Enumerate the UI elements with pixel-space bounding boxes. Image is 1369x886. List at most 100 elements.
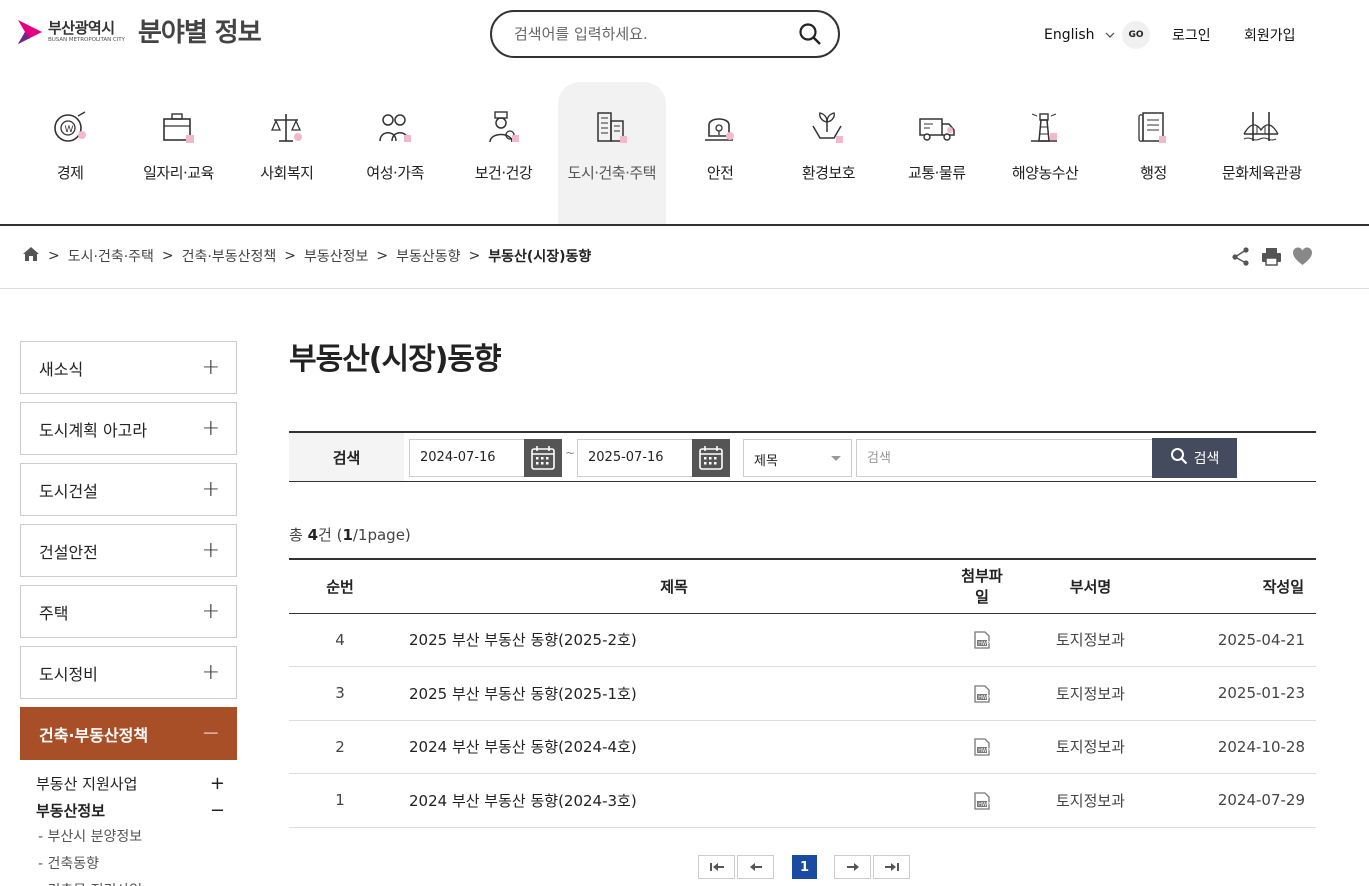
breadcrumb-separator: > [468, 248, 481, 264]
gnb-item-economy[interactable]: W 경제 [16, 82, 124, 225]
plus-icon[interactable]: + [202, 478, 220, 501]
breadcrumb-bar: > 도시·건축·주택 > 건축·부동산정책 > 부동산정보 > 부동산동향 > … [0, 226, 1369, 289]
breadcrumb-item[interactable]: 부동산정보 [304, 246, 368, 266]
attachment-file-icon[interactable]: HWP [974, 738, 990, 756]
post-title-link[interactable]: 2025 부산 부동산 동향(2025-2호) [391, 613, 957, 667]
minus-icon[interactable]: − [210, 800, 225, 821]
share-icon[interactable] [1230, 246, 1251, 267]
briefcase-icon [158, 108, 198, 148]
breadcrumb: > 도시·건축·주택 > 건축·부동산정책 > 부동산정보 > 부동산동향 > … [22, 246, 591, 266]
gnb-item-safety[interactable]: 안전 [666, 82, 774, 225]
table-row: 1 2024 부산 부동산 동향(2024-3호) HWP 토지정보과 2024… [289, 773, 1316, 828]
gnb-item-culture-sports-tourism[interactable]: 문화체육관광 [1208, 82, 1316, 225]
page-number-current[interactable]: 1 [792, 855, 817, 879]
search-icon[interactable] [798, 22, 824, 48]
gnb-item-welfare[interactable]: 사회복지 [233, 82, 341, 225]
attachment-file-icon[interactable]: HWP [974, 684, 990, 703]
lnb-depth3-item[interactable]: - 건축물 정리사업 [36, 878, 225, 886]
plus-icon[interactable]: + [210, 773, 225, 794]
search-type-select[interactable]: 제목 [743, 439, 852, 477]
lnb-item-label: 도시계획 아고라 [39, 420, 148, 440]
lnb-item-label: 도시정비 [39, 664, 98, 684]
last-page-button[interactable] [873, 855, 910, 879]
cell-department: 토지정보과 [1007, 666, 1174, 721]
calendar-icon[interactable] [692, 439, 730, 477]
lnb-depth3-item[interactable]: - 부산시 분양정보 [36, 824, 225, 851]
gnb-label: 사회복지 [260, 164, 314, 182]
gnb-item-administration[interactable]: 행정 [1099, 82, 1207, 225]
gnb-label: 안전 [706, 164, 734, 182]
lnb-sub-item-realestate-info[interactable]: 부동산정보 − [36, 797, 225, 824]
lnb-item-urban-plan-agora[interactable]: 도시계획 아고라 + [20, 402, 237, 455]
gnb-item-marine-agriculture[interactable]: 해양농수산 [991, 82, 1099, 225]
gnb-item-environment[interactable]: 환경보호 [774, 82, 882, 225]
lnb-sub-item-realestate-support[interactable]: 부동산 지원사업 + [36, 770, 225, 797]
lnb-item-label: 새소식 [39, 359, 84, 379]
breadcrumb-item[interactable]: 건축·부동산정책 [182, 246, 277, 266]
lnb-item-construction-safety[interactable]: 건설안전 + [20, 524, 237, 577]
next-page-button[interactable] [834, 855, 871, 879]
gnb-item-jobs-education[interactable]: 일자리·교육 [124, 82, 232, 225]
gnb-item-health[interactable]: 보건·건강 [449, 82, 557, 225]
gnb-item-transport[interactable]: 교통·물류 [883, 82, 991, 225]
svg-text:HWP: HWP [978, 748, 990, 754]
scale-icon [267, 108, 307, 148]
plus-icon[interactable]: + [202, 417, 220, 440]
gnb-item-women-family[interactable]: 여성·가족 [341, 82, 449, 225]
keyword-input[interactable] [857, 440, 1153, 476]
gnb-label: 환경보호 [801, 164, 856, 182]
post-title-link[interactable]: 2024 부산 부동산 동향(2024-4호) [391, 720, 957, 774]
cell-no: 2 [289, 720, 391, 774]
search-filter: 검색 2024-07-16 ~ 2025-07-16 제목 검색 [289, 431, 1316, 482]
breadcrumb-separator: > [48, 248, 60, 264]
doctor-icon [483, 108, 523, 148]
date-to-field[interactable]: 2025-07-16 [577, 439, 730, 477]
join-link[interactable]: 회원가입 [1244, 20, 1296, 50]
gnb-label: 문화체육관광 [1221, 164, 1302, 182]
post-title-link[interactable]: 2025 부산 부동산 동향(2025-1호) [391, 666, 957, 721]
post-title-link[interactable]: 2024 부산 부동산 동향(2024-3호) [391, 773, 957, 828]
minus-icon[interactable]: − [202, 722, 220, 745]
heart-icon[interactable] [1292, 246, 1313, 267]
date-from-field[interactable]: 2024-07-16 [409, 439, 562, 477]
search-input[interactable] [514, 22, 784, 46]
gnb-item-urban-housing[interactable]: 도시·건축·주택 [557, 82, 666, 225]
attachment-file-icon[interactable]: HWP [974, 791, 990, 810]
home-icon[interactable] [22, 246, 40, 266]
plus-icon[interactable]: + [202, 356, 220, 379]
breadcrumb-item[interactable]: 도시·건축·주택 [68, 246, 154, 266]
lnb-submenu: 부동산 지원사업 + 부동산정보 − - 부산시 분양정보 - 건축동향 - 건… [20, 768, 237, 886]
busan-logo[interactable]: 부산광역시 BUSAN METROPOLITAN CITY [16, 16, 125, 48]
table-header-row: 순번 제목 첨부파일 부서명 작성일 [289, 558, 1316, 614]
lnb-item-news[interactable]: 새소식 + [20, 341, 237, 394]
search-submit-button[interactable]: 검색 [1152, 438, 1237, 478]
pagination: 1 [698, 855, 912, 879]
print-icon[interactable] [1261, 246, 1282, 267]
site-title[interactable]: 분야별 정보 [138, 16, 262, 50]
language-select[interactable]: English [1044, 20, 1115, 50]
breadcrumb-item[interactable]: 부동산동향 [396, 246, 460, 266]
lnb-item-label: 건축·부동산정책 [39, 725, 149, 745]
plus-icon[interactable]: + [202, 600, 220, 623]
prev-page-button[interactable] [737, 855, 774, 879]
login-link[interactable]: 로그인 [1172, 20, 1211, 50]
siren-icon [700, 108, 740, 148]
svg-text:HWP: HWP [978, 695, 990, 701]
lnb-item-building-realestate-policy[interactable]: 건축·부동산정책 − [20, 707, 237, 760]
breadcrumb-separator: > [161, 248, 174, 264]
calendar-icon[interactable] [524, 439, 562, 477]
attachment-file-icon[interactable]: HWP [974, 631, 990, 649]
first-page-button[interactable] [698, 855, 735, 879]
lnb-item-urban-renewal[interactable]: 도시정비 + [20, 646, 237, 699]
main-navigation: W 경제 일자리·교육 사회복지 여성·가족 보건·건강 도시·건축·주택 안전… [16, 82, 1316, 225]
language-go-button[interactable]: GO [1122, 21, 1150, 49]
global-search [490, 10, 840, 58]
lnb-item-urban-construction[interactable]: 도시건설 + [20, 463, 237, 516]
column-header-date: 작성일 [1174, 558, 1316, 614]
plus-icon[interactable]: + [202, 539, 220, 562]
logo-english-text: BUSAN METROPOLITAN CITY [48, 37, 125, 43]
lnb-item-housing[interactable]: 주택 + [20, 585, 237, 638]
lnb-sub-label: 부동산정보 [36, 802, 106, 820]
plus-icon[interactable]: + [202, 661, 220, 684]
lnb-depth3-item[interactable]: - 건축동향 [36, 851, 225, 878]
